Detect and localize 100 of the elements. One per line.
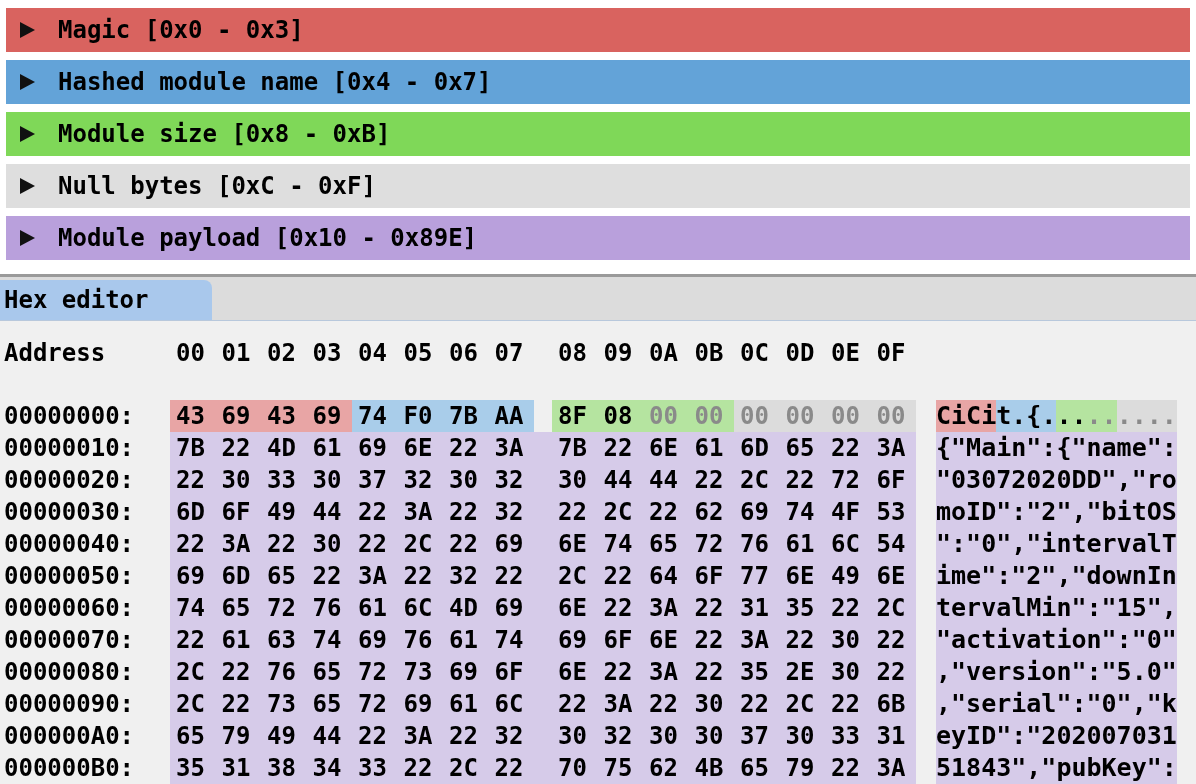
hex-byte: 65 [306,656,352,688]
hex-byte: 69 [352,432,398,464]
hex-byte: 74 [488,624,552,656]
hex-byte: 22 [215,432,261,464]
hex-byte: 32 [397,464,443,496]
hex-byte: 22 [261,528,307,560]
hex-byte: 22 [688,624,734,656]
hex-byte: 44 [643,464,689,496]
hex-byte: 72 [352,656,398,688]
section-header[interactable]: Hashed module name [0x4 - 0x7] [6,60,1190,104]
column-header: Address [3,338,107,369]
expand-triangle-icon[interactable] [18,72,36,92]
address-cell-text: 00000060: [3,593,136,624]
expand-triangle-icon[interactable] [18,228,36,248]
hex-byte: 69 [443,656,489,688]
hex-byte: 62 [643,752,689,784]
hex-byte: 00 [870,400,916,432]
hex-byte: 72 [352,688,398,720]
hex-byte: 22 [443,720,489,752]
hex-byte: 6F [488,656,552,688]
hex-byte: 22 [825,432,871,464]
hex-byte: 6E [643,432,689,464]
hex-byte: 6F [597,624,643,656]
column-header: 05 [402,338,434,369]
hex-byte: 43 [170,400,216,432]
ascii-text: ime":"2","downIn [936,560,1177,592]
hex-byte: 32 [488,720,552,752]
hex-byte: 6D [170,496,216,528]
hex-byte: 6E [552,656,598,688]
hex-byte: 2C [734,464,780,496]
column-header: 08 [557,338,588,369]
hex-byte: 32 [488,464,552,496]
hex-byte: 32 [488,496,552,528]
expand-triangle-icon[interactable] [18,124,36,144]
section-label: Null bytes [0xC - 0xF] [58,171,376,202]
hex-byte: 74 [306,624,352,656]
hex-byte: 77 [734,560,780,592]
hex-byte: 53 [870,496,916,528]
hex-byte: 22 [552,688,598,720]
hex-byte: 30 [552,720,598,752]
column-header: 0E [830,338,861,369]
hex-byte: 22 [688,656,734,688]
hex-byte: 75 [597,752,643,784]
hex-byte: 22 [352,496,398,528]
hex-byte: 76 [734,528,780,560]
ascii-text: "03072020DD","ro [936,464,1177,496]
hex-byte: 22 [170,528,216,560]
hex-byte: 74 [597,528,643,560]
ascii-text: 51843","pubKey": [936,752,1177,784]
hex-byte: 6D [215,560,261,592]
hex-byte: 65 [306,688,352,720]
hex-byte: 76 [261,656,307,688]
ascii-text: .. [1086,400,1117,432]
ascii-text: "activation":"0" [936,624,1177,656]
hex-byte: 30 [825,624,871,656]
address-cell-text: 00000070: [3,625,136,656]
hex-byte: 2C [597,496,643,528]
hex-byte: 00 [643,400,689,432]
hex-byte: 43 [261,400,307,432]
column-header: 09 [602,338,634,369]
hex-byte: 22 [643,496,689,528]
section-header[interactable]: Null bytes [0xC - 0xF] [6,164,1190,208]
hex-byte: 30 [643,720,689,752]
address-cell-text: 000000B0: [3,753,136,784]
hex-byte: 70 [552,752,598,784]
hex-byte: 62 [688,496,734,528]
hex-byte: 61 [443,688,489,720]
hex-byte: 22 [597,656,643,688]
section-header[interactable]: Magic [0x0 - 0x3] [6,8,1190,52]
hex-byte: 3A [397,496,443,528]
hex-byte: 6E [779,560,825,592]
hex-byte: 65 [734,752,780,784]
hex-byte: 35 [734,656,780,688]
hex-byte: 22 [779,464,825,496]
hex-byte: 3A [488,432,552,464]
hex-byte: 4D [443,592,489,624]
hex-byte: 22 [779,624,825,656]
hex-byte: 32 [597,720,643,752]
address-cell-text: 00000080: [3,657,136,688]
hex-byte: 2C [397,528,443,560]
hex-byte: 31 [870,720,916,752]
column-header: 01 [220,338,252,369]
hex-byte: 00 [825,400,871,432]
hex-byte: 2C [870,592,916,624]
expand-triangle-icon[interactable] [18,176,36,196]
section-header[interactable]: Module payload [0x10 - 0x89E] [6,216,1190,260]
hex-byte: 22 [488,560,552,592]
hex-byte: 6E [552,592,598,624]
hex-byte: 22 [597,432,643,464]
hex-byte: 37 [734,720,780,752]
hex-byte: 73 [397,656,443,688]
hex-byte: 3A [643,656,689,688]
tab[interactable]: Hex editor [0,280,212,320]
column-header: 07 [493,338,525,369]
hex-byte: 61 [306,432,352,464]
hex-byte: 22 [170,464,216,496]
section-header[interactable]: Module size [0x8 - 0xB] [6,112,1190,156]
hex-byte: 22 [597,592,643,624]
hex-byte: 69 [170,560,216,592]
hex-byte: 6E [397,432,443,464]
